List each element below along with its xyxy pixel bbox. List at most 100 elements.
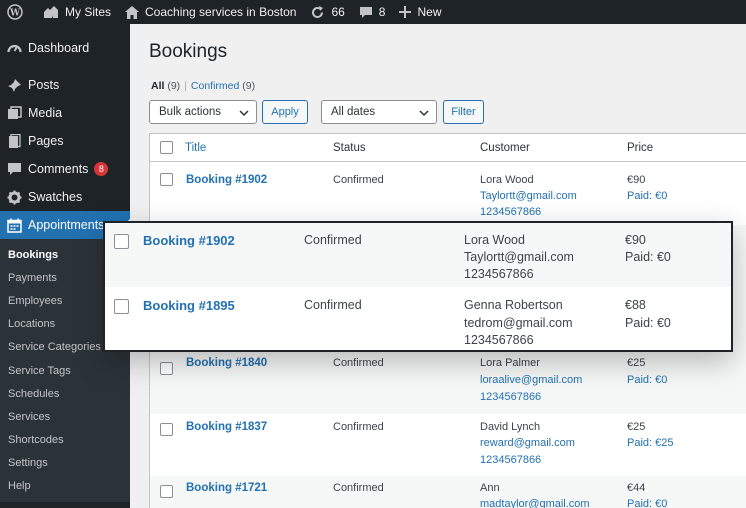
filter-all-label: All	[151, 80, 165, 92]
comment-icon	[359, 6, 373, 19]
site-name-label: Coaching services in Boston	[145, 5, 297, 19]
customer-phone-link[interactable]: 1234567866	[480, 389, 541, 405]
customer-name: Lora Palmer	[480, 357, 540, 369]
customer-name: Lora Wood	[464, 233, 525, 247]
booking-paid: Paid: €0	[625, 250, 671, 264]
wordpress-logo-button[interactable]: W	[0, 0, 36, 24]
gear-icon	[6, 189, 22, 205]
bulk-actions-select[interactable]: Bulk actions	[149, 100, 257, 124]
sidebar-item-posts[interactable]: Posts	[0, 71, 130, 99]
submenu-item-settings[interactable]: Settings	[0, 452, 130, 475]
column-customer: Customer	[480, 142, 530, 154]
row-checkbox[interactable]	[114, 299, 129, 314]
customer-name: Ann	[480, 482, 500, 494]
booking-title-link[interactable]: Booking #1902	[143, 232, 235, 249]
table-row: Booking #1840 Confirmed Lora Palmer lora…	[150, 352, 746, 414]
row-checkbox[interactable]	[160, 423, 173, 436]
booking-price: €25	[627, 357, 646, 369]
customer-email-link[interactable]: Taylortt@gmail.com	[464, 249, 574, 266]
booking-price: €88	[625, 298, 646, 312]
pages-icon	[6, 133, 22, 149]
booking-title-link[interactable]: Booking #1840	[186, 355, 267, 371]
customer-phone-link[interactable]: 1234567866	[464, 332, 534, 349]
select-all-checkbox[interactable]	[160, 141, 173, 154]
booking-paid: Paid: €0	[627, 190, 668, 202]
booking-title-link[interactable]: Booking #1837	[186, 419, 267, 435]
customer-name: David Lynch	[480, 421, 541, 433]
sidebar-item-label: Appointments	[28, 218, 105, 232]
new-content-menu[interactable]: New	[392, 0, 448, 24]
sidebar-item-comments[interactable]: Comments 8	[0, 155, 130, 183]
column-title[interactable]: Title	[185, 142, 206, 154]
zoomed-table-row: Booking #1895 Confirmed Genna Robertson …	[105, 288, 731, 352]
comments-badge: 8	[94, 162, 109, 176]
sidebar-item-pages[interactable]: Pages	[0, 127, 130, 155]
table-row: Booking #1721 Confirmed Ann madtaylor@gm…	[150, 476, 746, 508]
customer-phone-link[interactable]: 1234567866	[480, 452, 541, 468]
sidebar-item-label: Posts	[28, 78, 60, 92]
sidebar-item-media[interactable]: Media	[0, 99, 130, 127]
customer-email-link[interactable]: loraalive@gmail.com	[480, 372, 582, 388]
submenu-item-shortcodes[interactable]: Shortcodes	[0, 429, 130, 452]
row-checkbox[interactable]	[114, 234, 129, 249]
refresh-icon	[310, 5, 325, 20]
booking-title-link[interactable]: Booking #1895	[143, 297, 235, 314]
updates-count: 66	[331, 5, 345, 19]
filter-confirmed-link[interactable]: Confirmed (9)	[191, 80, 255, 92]
my-sites-label: My Sites	[65, 5, 112, 19]
comment-icon	[6, 161, 22, 177]
calendar-icon	[6, 217, 22, 233]
dashboard-icon	[6, 40, 22, 56]
comments-count: 8	[378, 5, 386, 19]
row-checkbox[interactable]	[160, 173, 173, 186]
customer-name: Genna Robertson	[464, 298, 563, 312]
submenu-item-services[interactable]: Services	[0, 405, 130, 428]
customer-name: Lora Wood	[480, 174, 534, 186]
submenu-item-help[interactable]: Help	[0, 475, 130, 498]
customer-email-link[interactable]: madtaylor@gmail.com	[480, 496, 590, 508]
submenu-item-schedules[interactable]: Schedules	[0, 382, 130, 405]
my-sites-menu[interactable]: My Sites	[36, 0, 118, 24]
apply-button[interactable]: Apply	[262, 100, 308, 124]
sidebar-item-swatches[interactable]: Swatches	[0, 183, 130, 211]
status-filters: All (9) | Confirmed (9)	[151, 80, 255, 92]
comments-menu[interactable]: 8	[352, 0, 393, 24]
row-checkbox[interactable]	[160, 362, 173, 375]
plus-icon	[399, 6, 412, 18]
booking-status: Confirmed	[333, 357, 384, 369]
booking-paid: Paid: €0	[625, 316, 671, 330]
customer-phone-link[interactable]: 1234567866	[480, 204, 541, 220]
new-label: New	[417, 5, 442, 19]
table-row: Booking #1837 Confirmed David Lynch rewa…	[150, 414, 746, 476]
column-status: Status	[333, 142, 366, 154]
filter-all-link[interactable]: All (9)	[151, 80, 180, 92]
filter-button[interactable]: Filter	[443, 100, 484, 124]
booking-status: Confirmed	[304, 233, 362, 247]
dates-select[interactable]: All dates	[321, 100, 437, 124]
svg-text:W: W	[9, 9, 21, 19]
booking-paid: Paid: €25	[627, 437, 674, 449]
filter-confirmed-label: Confirmed	[190, 80, 240, 92]
booking-price: €25	[627, 421, 646, 433]
booking-status: Confirmed	[333, 421, 384, 433]
customer-email-link[interactable]: Taylortt@gmail.com	[480, 188, 577, 204]
row-checkbox[interactable]	[160, 485, 173, 498]
submenu-item-service-tags[interactable]: Service Tags	[0, 359, 130, 382]
sidebar-item-dashboard[interactable]: Dashboard	[0, 34, 130, 62]
home-icon	[125, 5, 140, 19]
customer-email-link[interactable]: tedrom@gmail.com	[464, 315, 573, 332]
booking-paid: Paid: €0	[627, 498, 668, 508]
sidebar-item-label: Dashboard	[28, 41, 90, 55]
booking-title-link[interactable]: Booking #1902	[186, 172, 267, 188]
booking-price: €90	[627, 174, 646, 186]
site-name-menu[interactable]: Coaching services in Boston	[118, 0, 303, 24]
updates-menu[interactable]: 66	[303, 0, 351, 24]
customer-phone-link[interactable]: 1234567866	[464, 266, 534, 283]
page-title: Bookings	[149, 41, 228, 62]
sites-icon	[43, 5, 59, 19]
booking-title-link[interactable]: Booking #1721	[186, 480, 267, 496]
media-icon	[6, 105, 22, 121]
chevron-down-icon	[239, 108, 249, 120]
column-price: Price	[627, 142, 654, 154]
customer-email-link[interactable]: reward@gmail.com	[480, 435, 575, 451]
